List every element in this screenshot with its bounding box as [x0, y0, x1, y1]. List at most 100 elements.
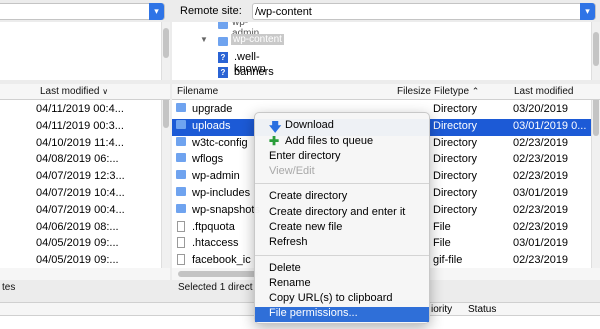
menu-item-label: Refresh	[269, 236, 308, 248]
menu-item-file-permissions[interactable]: File permissions...	[255, 307, 429, 322]
menu-item-download[interactable]: 🡇 Download	[255, 118, 429, 134]
filename-cell: facebook_ic	[192, 254, 251, 267]
menu-item-label: Rename	[269, 277, 311, 289]
chevron-down-icon[interactable]: ▼	[200, 35, 208, 44]
menu-item-enter-directory[interactable]: Enter directory	[255, 150, 429, 165]
filetype-cell: File	[433, 237, 451, 250]
column-label: Filetype	[434, 86, 470, 97]
remote-site-path-value: /wp-content	[255, 6, 312, 18]
table-row[interactable]: 04/08/2019 06:...	[0, 152, 170, 169]
filetype-cell: Directory	[433, 170, 478, 183]
filename-cell: uploads	[192, 119, 231, 132]
chevron-down-icon[interactable]: ▾	[580, 3, 595, 20]
column-last-modified[interactable]: Last modified ∨	[40, 86, 108, 97]
filename-cell: wp-admin	[192, 170, 240, 183]
column-filename[interactable]: Filename	[177, 86, 218, 97]
last-modified-cell: 04/08/2019 06:...	[36, 153, 119, 166]
column-label: Last modified	[40, 86, 100, 97]
menu-item-create-new-file[interactable]: Create new file	[255, 221, 429, 236]
hscroll-thumb[interactable]	[178, 271, 258, 277]
table-row[interactable]: 04/07/2019 00:4...	[0, 203, 170, 220]
local-status-text: tes	[2, 282, 16, 293]
table-row[interactable]: 04/05/2019 09:...	[0, 253, 170, 268]
last-modified-cell: 04/06/2019 08:...	[36, 220, 119, 233]
remote-list-scrollbar[interactable]	[591, 100, 600, 268]
last-modified-cell: 02/23/2019	[513, 170, 569, 183]
folder-icon	[218, 37, 228, 46]
menu-item-label: Copy URL(s) to clipboard	[269, 292, 393, 304]
tree-item-wp-content[interactable]: ▼ wp-content	[200, 34, 290, 48]
remote-site-label: Remote site:	[180, 5, 242, 17]
last-modified-cell: 02/23/2019	[513, 254, 569, 267]
menu-item-refresh[interactable]: Refresh	[255, 236, 429, 251]
chevron-up-icon: ⌃	[471, 86, 480, 96]
table-row[interactable]: 04/11/2019 00:3...	[0, 119, 170, 136]
local-list-scrollbar[interactable]	[161, 100, 170, 268]
filetype-cell: gif-file	[433, 254, 463, 267]
last-modified-cell: 04/07/2019 12:3...	[36, 170, 125, 183]
add-queue-icon: ✚	[269, 134, 280, 148]
table-row[interactable]: 04/11/2019 00:4...	[0, 102, 170, 119]
table-row[interactable]: 04/10/2019 11:4...	[0, 136, 170, 153]
filetype-cell: Directory	[433, 153, 478, 166]
table-row[interactable]: 04/07/2019 12:3...	[0, 169, 170, 186]
remote-site-bar: Remote site: /wp-content ▾	[172, 0, 600, 22]
folder-icon	[176, 170, 186, 180]
remote-status-text: Selected 1 direct	[178, 282, 253, 293]
folder-icon	[176, 203, 186, 213]
chevron-down-icon: ▾	[149, 3, 164, 20]
last-modified-cell: 02/23/2019	[513, 203, 569, 216]
unknown-folder-icon: ?	[218, 67, 228, 78]
menu-item-label: Delete	[269, 262, 301, 274]
local-list-header: Last modified ∨	[0, 84, 170, 100]
filename-cell: upgrade	[192, 103, 233, 115]
remote-list-header: Filename Filesize Filetype ⌃ Last modifi…	[172, 84, 600, 100]
column-filetype[interactable]: Filetype ⌃	[434, 86, 479, 97]
menu-item-rename[interactable]: Rename	[255, 277, 429, 292]
table-row[interactable]: 04/05/2019 09:...	[0, 236, 170, 253]
menu-item-label: Create directory	[269, 190, 348, 202]
last-modified-cell: 03/01/2019	[513, 187, 569, 199]
remote-site-path-input[interactable]: /wp-content ▾	[252, 3, 596, 20]
local-list-hscroll[interactable]	[0, 268, 170, 280]
menu-item-create-directory-enter[interactable]: Create directory and enter it	[255, 206, 429, 221]
last-modified-cell: 03/01/2019 0...	[513, 119, 587, 132]
menu-item-label: Enter directory	[269, 150, 341, 162]
menu-item-label: Create directory and enter it	[269, 206, 406, 218]
last-modified-cell: 04/10/2019 11:4...	[36, 136, 124, 149]
filename-cell: .ftpquota	[192, 220, 235, 233]
last-modified-cell: 04/05/2019 09:...	[36, 237, 119, 250]
remote-tree-pane: wp-admin ▼ wp-content ? .well-known ? ba…	[172, 22, 600, 80]
menu-separator	[255, 183, 429, 184]
last-modified-cell: 04/07/2019 10:4...	[36, 187, 125, 199]
file-icon	[177, 220, 185, 232]
menu-item-label: File permissions...	[269, 307, 358, 319]
menu-item-add-to-queue[interactable]: ✚ Add files to queue	[255, 134, 429, 149]
menu-item-create-directory[interactable]: Create directory	[255, 190, 429, 205]
folder-icon	[176, 153, 186, 163]
column-last-modified[interactable]: Last modified	[514, 86, 573, 97]
menu-item-label: Download	[285, 119, 334, 131]
column-priority[interactable]: iority	[431, 304, 452, 315]
filename-cell: wflogs	[192, 153, 224, 166]
column-status[interactable]: Status	[468, 304, 496, 315]
folder-icon	[176, 119, 186, 129]
filetype-cell: Directory	[433, 187, 478, 199]
last-modified-cell: 03/01/2019	[513, 237, 569, 250]
last-modified-cell: 02/23/2019	[513, 220, 569, 233]
table-row[interactable]: 04/06/2019 08:...	[0, 220, 170, 237]
menu-item-copy-urls[interactable]: Copy URL(s) to clipboard	[255, 292, 429, 307]
column-filesize[interactable]: Filesize	[397, 86, 431, 97]
last-modified-cell: 04/07/2019 00:4...	[36, 203, 125, 216]
table-row[interactable]: 04/07/2019 10:4...	[0, 186, 170, 203]
last-modified-cell: 04/05/2019 09:...	[36, 254, 119, 267]
local-site-dropdown[interactable]: ▾	[0, 3, 165, 20]
menu-item-label: View/Edit	[269, 165, 315, 177]
file-icon	[177, 254, 185, 266]
context-menu: 🡇 Download ✚ Add files to queue Enter di…	[254, 112, 430, 324]
local-tree-scrollbar[interactable]	[161, 22, 170, 80]
menu-item-delete[interactable]: Delete	[255, 262, 429, 277]
folder-icon	[176, 187, 186, 196]
remote-tree-scrollbar[interactable]	[591, 22, 600, 80]
filetype-cell: Directory	[433, 136, 478, 149]
